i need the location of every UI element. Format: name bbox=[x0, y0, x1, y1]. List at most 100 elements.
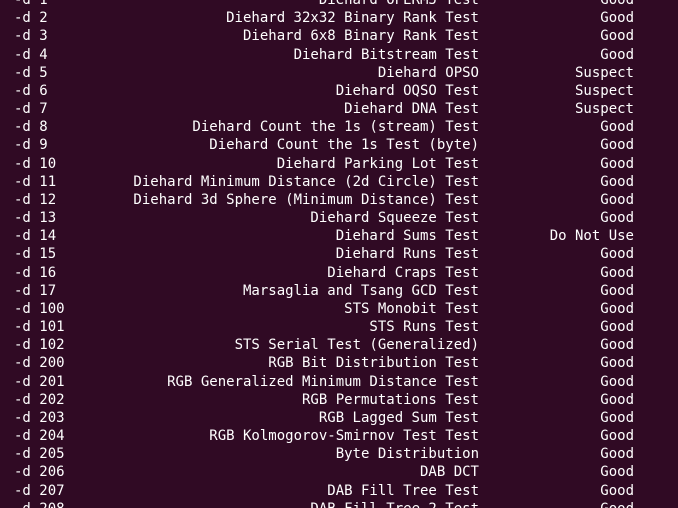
test-flag: -d 100 bbox=[14, 300, 65, 317]
test-row: -d 11 Diehard Minimum Distance (2d Circle… bbox=[0, 173, 678, 191]
test-name: STS Runs Test bbox=[369, 319, 479, 336]
test-row: -d 205 Byte Distribution Good bbox=[0, 445, 678, 463]
test-row: -d 100 STS Monobit Test Good bbox=[0, 300, 678, 318]
test-assessment: Good bbox=[600, 373, 634, 390]
test-row: -d 200 RGB Bit Distribution Test Good bbox=[0, 354, 678, 372]
test-name: DAB Fill Tree Test bbox=[327, 482, 479, 499]
test-flag: -d 10 bbox=[14, 155, 57, 172]
test-flag: -d 11 bbox=[14, 173, 57, 190]
test-name: Diehard 3d Sphere (Minimum Distance) Tes… bbox=[133, 191, 479, 208]
test-row: -d 4 Diehard Bitstream Test Good bbox=[0, 46, 678, 64]
test-assessment: Good bbox=[600, 10, 634, 27]
test-name: Diehard OPSO bbox=[377, 64, 479, 81]
test-assessment: Good bbox=[600, 191, 634, 208]
test-assessment: Good bbox=[600, 46, 634, 63]
test-row: -d 12 Diehard 3d Sphere (Minimum Distance… bbox=[0, 191, 678, 209]
test-row: -d 8 Diehard Count the 1s (stream) Test Go… bbox=[0, 118, 678, 136]
test-row: -d 207 DAB Fill Tree Test Good bbox=[0, 482, 678, 500]
test-flag: -d 101 bbox=[14, 319, 65, 336]
test-flag: -d 12 bbox=[14, 191, 57, 208]
test-row: -d 203 RGB Lagged Sum Test Good bbox=[0, 409, 678, 427]
test-name: RGB Lagged Sum Test bbox=[318, 409, 479, 426]
test-assessment: Good bbox=[600, 446, 634, 463]
test-name: Diehard Squeeze Test bbox=[310, 210, 479, 227]
test-flag: -d 6 bbox=[14, 82, 48, 99]
test-name: RGB Kolmogorov-Smirnov Test Test bbox=[209, 428, 479, 445]
test-assessment: Suspect bbox=[574, 82, 634, 99]
test-row: -d 15 Diehard Runs Test Good bbox=[0, 245, 678, 263]
test-row: -d 204 RGB Kolmogorov-Smirnov Test Test Go… bbox=[0, 427, 678, 445]
test-row: -d 5 Diehard OPSO Suspect bbox=[0, 64, 678, 82]
test-row: -d 102 STS Serial Test (Generalized) Good bbox=[0, 336, 678, 354]
test-name: Marsaglia and Tsang GCD Test bbox=[242, 282, 479, 299]
test-assessment: Good bbox=[600, 173, 634, 190]
test-name: Diehard Parking Lot Test bbox=[276, 155, 479, 172]
test-name: STS Serial Test (Generalized) bbox=[234, 337, 479, 354]
test-assessment: Good bbox=[600, 28, 634, 45]
test-flag: -d 14 bbox=[14, 228, 57, 245]
test-assessment: Good bbox=[600, 155, 634, 172]
test-flag: -d 203 bbox=[14, 409, 65, 426]
test-assessment: Good bbox=[600, 500, 634, 508]
test-row: -d 17 Marsaglia and Tsang GCD Test Good bbox=[0, 282, 678, 300]
test-row: -d 10 Diehard Parking Lot Test Good bbox=[0, 155, 678, 173]
test-assessment: Good bbox=[600, 391, 634, 408]
test-name: Diehard OPERM5 Test bbox=[318, 0, 479, 8]
test-flag: -d 206 bbox=[14, 464, 65, 481]
test-name: Diehard Sums Test bbox=[335, 228, 479, 245]
test-name: Diehard 6x8 Binary Rank Test bbox=[242, 28, 479, 45]
test-assessment: Good bbox=[600, 264, 634, 281]
test-assessment: Good bbox=[600, 300, 634, 317]
test-name: Diehard Count the 1s (stream) Test bbox=[192, 119, 479, 136]
test-flag: -d 4 bbox=[14, 46, 48, 63]
terminal-window[interactable]: -d 1 Diehard OPERM5 Test Good -d 2 Diehard 3… bbox=[0, 0, 678, 508]
test-flag: -d 207 bbox=[14, 482, 65, 499]
test-assessment: Good bbox=[600, 355, 634, 372]
test-name: Byte Distribution bbox=[335, 446, 479, 463]
test-flag: -d 15 bbox=[14, 246, 57, 263]
test-name: DAB Fill Tree 2 Test bbox=[310, 500, 479, 508]
test-assessment: Good bbox=[600, 137, 634, 154]
test-name: RGB Generalized Minimum Distance Test bbox=[167, 373, 479, 390]
test-assessment: Good bbox=[600, 210, 634, 227]
test-flag: -d 7 bbox=[14, 101, 48, 118]
test-row: -d 9 Diehard Count the 1s Test (byte) Good bbox=[0, 136, 678, 154]
test-assessment: Suspect bbox=[574, 101, 634, 118]
test-name: Diehard Bitstream Test bbox=[293, 46, 479, 63]
test-flag: -d 201 bbox=[14, 373, 65, 390]
test-name: Diehard Craps Test bbox=[327, 264, 479, 281]
test-name: Diehard DNA Test bbox=[344, 101, 479, 118]
test-flag: -d 1 bbox=[14, 0, 48, 8]
test-row: -d 14 Diehard Sums Test Do Not Use bbox=[0, 227, 678, 245]
test-name: Diehard OQSO Test bbox=[335, 82, 479, 99]
test-assessment: Good bbox=[600, 282, 634, 299]
test-row: -d 3 Diehard 6x8 Binary Rank Test Good bbox=[0, 27, 678, 45]
test-assessment: Good bbox=[600, 319, 634, 336]
test-row: -d 1 Diehard OPERM5 Test Good bbox=[0, 0, 678, 9]
test-assessment: Good bbox=[600, 428, 634, 445]
test-assessment: Suspect bbox=[574, 64, 634, 81]
test-row: -d 206 DAB DCT Good bbox=[0, 463, 678, 481]
test-assessment: Good bbox=[600, 119, 634, 136]
test-row: -d 13 Diehard Squeeze Test Good bbox=[0, 209, 678, 227]
test-name: DAB DCT bbox=[419, 464, 479, 481]
test-name: RGB Permutations Test bbox=[301, 391, 479, 408]
test-flag: -d 9 bbox=[14, 137, 48, 154]
test-assessment: Good bbox=[600, 482, 634, 499]
test-row: -d 16 Diehard Craps Test Good bbox=[0, 264, 678, 282]
test-flag: -d 2 bbox=[14, 10, 48, 27]
test-name: Diehard 32x32 Binary Rank Test bbox=[226, 10, 479, 27]
test-row: -d 2 Diehard 32x32 Binary Rank Test Good bbox=[0, 9, 678, 27]
test-flag: -d 205 bbox=[14, 446, 65, 463]
test-flag: -d 208 bbox=[14, 500, 65, 508]
test-row: -d 201 RGB Generalized Minimum Distance T… bbox=[0, 373, 678, 391]
test-name: RGB Bit Distribution Test bbox=[268, 355, 479, 372]
test-list: -d 1 Diehard OPERM5 Test Good -d 2 Diehard 3… bbox=[0, 0, 678, 508]
test-assessment: Good bbox=[600, 0, 634, 8]
test-flag: -d 102 bbox=[14, 337, 65, 354]
test-assessment: Do Not Use bbox=[549, 228, 634, 245]
test-assessment: Good bbox=[600, 409, 634, 426]
test-row: -d 208 DAB Fill Tree 2 Test Good bbox=[0, 500, 678, 508]
test-row: -d 202 RGB Permutations Test Good bbox=[0, 391, 678, 409]
test-flag: -d 202 bbox=[14, 391, 65, 408]
